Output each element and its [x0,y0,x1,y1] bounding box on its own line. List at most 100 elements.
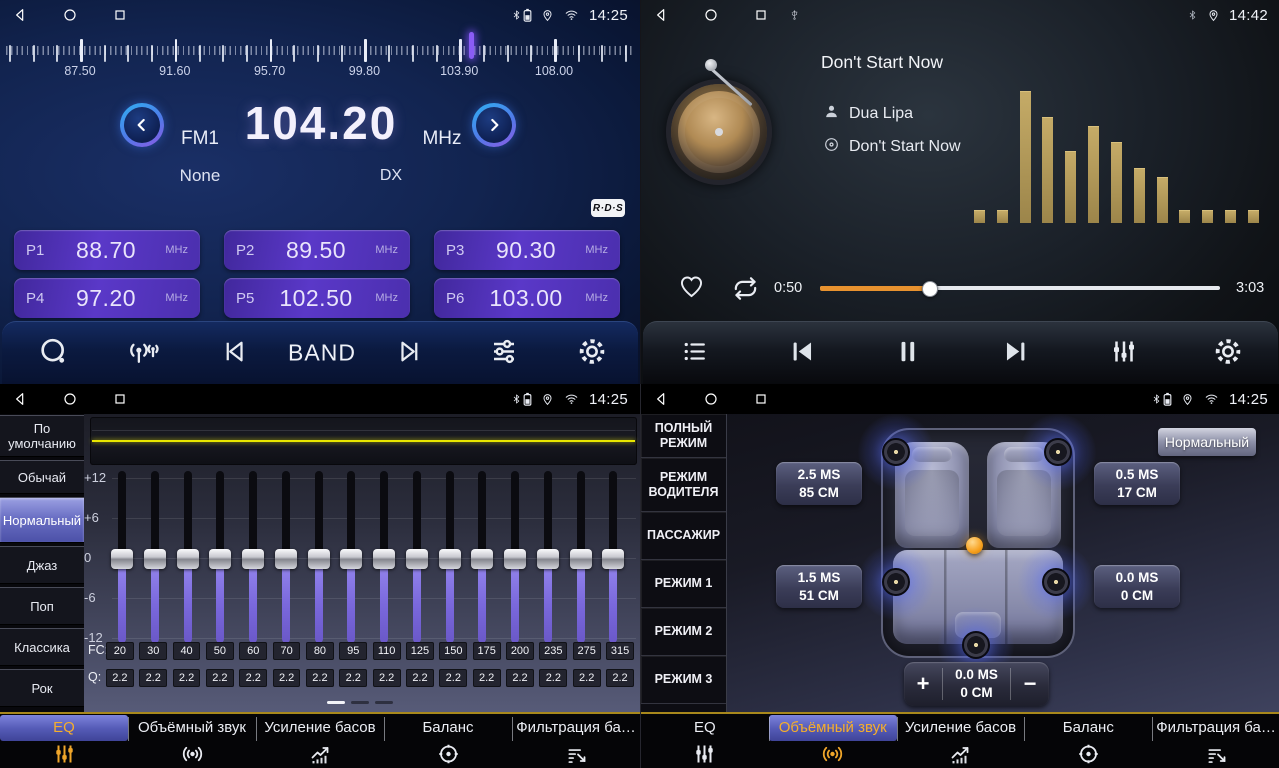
pause-button[interactable] [887,335,930,371]
eq-band-slider[interactable] [308,471,330,643]
settings-button[interactable] [1207,335,1250,371]
chevron-right-icon [476,107,512,143]
prev-track-button[interactable] [781,335,824,371]
home-button[interactable] [703,391,719,407]
tab-bass-boost[interactable]: Усиление басов [897,714,1025,768]
eq-band-slider[interactable] [111,471,133,643]
repeat-button[interactable] [729,274,762,306]
tab-eq-sliders[interactable]: EQ [0,714,128,768]
home-button[interactable] [62,7,78,23]
slider-handle[interactable] [471,549,493,569]
favorite-button[interactable] [677,273,706,303]
mode-item[interactable]: ПОЛНЫЙ РЕЖИМ [641,414,726,458]
mode-item[interactable]: РЕЖИМ 2 [641,608,726,656]
slider-handle[interactable] [373,549,395,569]
tab-filter[interactable]: Фильтрация ба… [512,714,640,768]
slider-handle[interactable] [439,549,461,569]
mode-item[interactable]: РЕЖИМ ВОДИТЕЛЯ [641,458,726,512]
slider-handle[interactable] [308,549,330,569]
tab-surround[interactable]: Объёмный звук [128,714,256,768]
eq-band-slider[interactable] [209,471,231,643]
preset-button[interactable]: P6103.00MHz [434,278,620,318]
settings-button[interactable] [571,335,614,371]
eq-band-slider[interactable] [504,471,526,643]
eq-preset-item[interactable]: Джаз [0,546,84,584]
preset-frequency: 103.00 [474,285,578,312]
slider-handle[interactable] [242,549,264,569]
preset-button[interactable]: P289.50MHz [224,230,410,270]
eq-preset-item[interactable]: По умолчанию [0,415,84,457]
tab-bass-boost[interactable]: Усиление басов [256,714,384,768]
slider-handle[interactable] [406,549,428,569]
home-button[interactable] [703,7,719,23]
eq-band-slider[interactable] [537,471,559,643]
mode-item[interactable]: ПАССАЖИР [641,512,726,560]
eq-sliders-button[interactable] [1103,336,1145,371]
slider-handle[interactable] [537,549,559,569]
preset-button[interactable]: P188.70MHz [14,230,200,270]
eq-preset-item[interactable]: Рок [0,669,84,707]
scan-button[interactable] [32,335,76,372]
increase-delay-button[interactable]: + [904,662,942,706]
eq-band-slider[interactable] [439,471,461,643]
eq-band-slider[interactable] [340,471,362,643]
slider-handle[interactable] [275,549,297,569]
preset-button[interactable]: P497.20MHz [14,278,200,318]
eq-preset-item[interactable]: Классика [0,628,84,666]
slider-handle[interactable] [111,549,133,569]
back-button[interactable] [653,7,669,23]
slider-handle[interactable] [177,549,199,569]
profile-button[interactable]: Нормальный [1158,428,1256,456]
back-button[interactable] [12,7,28,23]
tab-eq-sliders[interactable]: EQ [641,714,769,768]
frequency-scale[interactable]: 87.5091.6095.7099.80103.90108.00 [0,30,640,82]
scale-tick [317,45,319,62]
preset-button[interactable]: P390.30MHz [434,230,620,270]
tune-up-button[interactable] [472,103,516,147]
eq-preset-item[interactable]: Поп [0,587,84,625]
eq-band-slider[interactable] [242,471,264,643]
next-station-button[interactable] [389,336,431,371]
slider-handle[interactable] [570,549,592,569]
eq-band-slider[interactable] [177,471,199,643]
slider-handle[interactable] [144,549,166,569]
preset-button[interactable]: P5102.50MHz [224,278,410,318]
eq-band-slider[interactable] [406,471,428,643]
tab-surround[interactable]: Объёмный звук [769,714,897,768]
eq-band-slider[interactable] [570,471,592,643]
eq-band-slider[interactable] [602,471,624,643]
tab-filter[interactable]: Фильтрация ба… [1152,714,1279,768]
recents-button[interactable] [112,391,128,407]
eq-preset-item[interactable]: Нормальный [0,497,84,543]
eq-band-slider[interactable] [275,471,297,643]
playlist-button[interactable] [674,337,716,370]
eq-preset-item[interactable]: Обычай [0,460,84,494]
home-button[interactable] [62,391,78,407]
back-button[interactable] [653,391,669,407]
prev-station-button[interactable] [213,336,255,371]
center-delay-value: 0.0 MS0 CM [942,668,1011,700]
mode-item[interactable]: РЕЖИМ 3 [641,656,726,704]
slider-handle[interactable] [340,549,362,569]
progress-bar[interactable] [820,286,1220,290]
eq-adjust-button[interactable] [482,336,526,371]
recents-button[interactable] [112,7,128,23]
progress-thumb[interactable] [922,281,938,297]
recents-button[interactable] [753,7,769,23]
next-track-button[interactable] [995,335,1038,371]
tab-balance[interactable]: Баланс [384,714,512,768]
broadcast-button[interactable] [120,335,168,371]
recents-button[interactable] [753,391,769,407]
back-button[interactable] [12,391,28,407]
slider-handle[interactable] [209,549,231,569]
slider-handle[interactable] [602,549,624,569]
tab-balance[interactable]: Баланс [1024,714,1152,768]
decrease-delay-button[interactable]: − [1011,662,1049,706]
band-button[interactable]: BAND [282,339,362,368]
eq-band-slider[interactable] [471,471,493,643]
eq-band-slider[interactable] [144,471,166,643]
tune-down-button[interactable] [120,103,164,147]
slider-handle[interactable] [504,549,526,569]
mode-item[interactable]: РЕЖИМ 1 [641,560,726,608]
eq-band-slider[interactable] [373,471,395,643]
